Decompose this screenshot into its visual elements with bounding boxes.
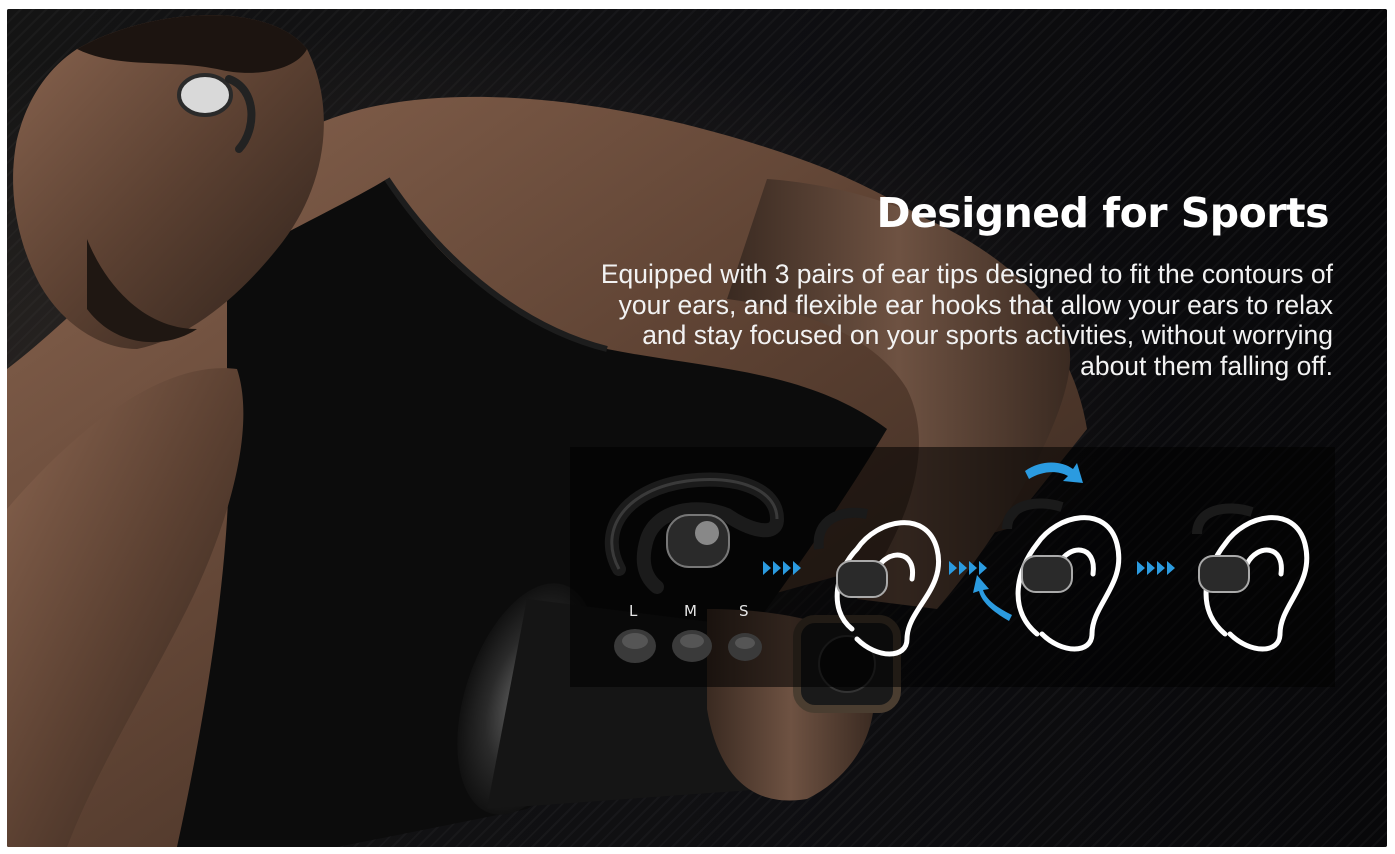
rotate-arrow-icon	[973, 462, 1083, 621]
fit-steps-illustration	[604, 462, 1310, 663]
chevrons-right-icon	[763, 561, 1175, 575]
ear-tip-size-small: S	[739, 602, 749, 620]
earbud-with-hook-icon	[604, 472, 785, 594]
ear-tip-size-large: L	[629, 602, 638, 620]
ear-tip-size-medium: M	[684, 602, 697, 620]
product-banner: Designed for Sports Equipped with 3 pair…	[7, 9, 1387, 847]
ear-tip-icon	[614, 629, 762, 663]
